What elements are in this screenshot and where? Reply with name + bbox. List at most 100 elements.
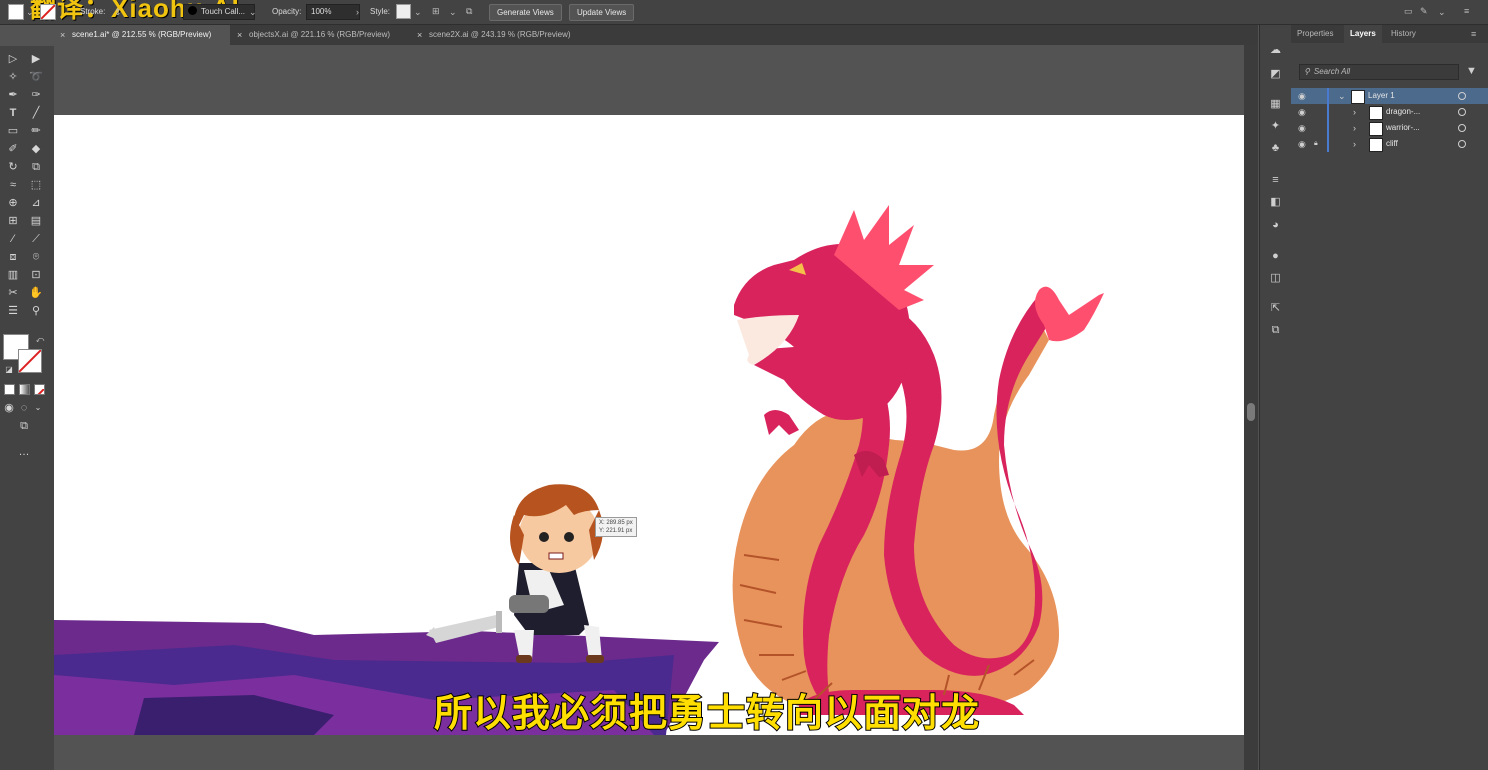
chevron-right-icon[interactable]: › [1353,136,1356,152]
warp-tool-icon[interactable]: ≈ [5,177,21,193]
more-tools-icon[interactable]: … [16,444,32,460]
mesh-tool-icon[interactable]: ⊞ [5,213,21,229]
color-icon[interactable]: ● [1268,249,1283,264]
target-icon[interactable] [1458,108,1466,116]
graph-tool-icon[interactable]: ▥ [5,267,21,283]
transparency-icon[interactable]: ▦ [1268,97,1283,112]
layer-row-dragon[interactable]: ◉ › dragon-... [1291,104,1488,120]
update-views-button[interactable]: Update Views [569,4,635,21]
swap-colors-icon[interactable]: ⤺ [32,332,48,348]
draw-normal-icon[interactable]: ◉ [1,400,17,416]
panel-menu-icon[interactable]: ≡ [1465,25,1482,43]
direct-selection-tool-icon[interactable]: ▶ [28,51,44,67]
eye-icon[interactable]: ◉ [1298,88,1306,104]
layer-row-warrior[interactable]: ◉ › warrior-... [1291,120,1488,136]
rotate-tool-icon[interactable]: ↻ [5,159,21,175]
swatches-icon[interactable]: ◫ [1268,271,1283,286]
blend-tool-icon[interactable]: ⧈ [5,249,21,265]
scale-tool-icon[interactable]: ⧉ [28,159,44,175]
layer-name[interactable]: Layer 1 [1368,88,1395,104]
tab-properties[interactable]: Properties [1291,25,1339,43]
generate-views-button[interactable]: Generate Views [489,4,562,21]
hand-tool-icon[interactable]: ✋ [28,285,44,301]
eye-icon[interactable]: ◉ [1298,104,1306,120]
panel-menu-icon[interactable]: ≡ [1464,5,1469,17]
screen-mode-icon[interactable]: ⧉ [16,418,32,434]
brush-select[interactable]: Touch Call... [183,4,255,20]
stroke-color-swatch[interactable] [18,349,42,373]
arrange-icon[interactable]: ▭ [1404,5,1413,17]
perspective-grid-icon[interactable]: ⊿ [28,195,44,211]
tab-objectsx[interactable]: × objectsX.ai @ 221.16 % (RGB/Preview) [231,25,409,45]
layer-name[interactable]: dragon-... [1386,104,1420,120]
canvas-area[interactable]: X: 289.85 px Y: 221.91 px 所以我必须把勇士转向以面对龙 [54,45,1258,770]
gradient-mode-icon[interactable] [19,384,30,395]
symbols-icon[interactable]: ♣ [1268,141,1283,156]
lock-icon[interactable]: 🔒︎ [1314,136,1318,152]
target-icon[interactable] [1458,124,1466,132]
free-transform-icon[interactable]: ⬚ [28,177,44,193]
stroke-panel-icon[interactable]: ≡ [1268,173,1283,188]
stepper-icon[interactable]: ⇕ [114,6,122,18]
libraries-icon[interactable]: ☁ [1268,43,1283,58]
color-guide-icon[interactable]: ◕ [1268,218,1283,233]
chevron-down-icon[interactable]: ⌄ [1438,6,1446,18]
gradient-panel-icon[interactable]: ◧ [1268,195,1283,210]
tab-scene2x[interactable]: × scene2X.ai @ 243.19 % (RGB/Preview) [411,25,589,45]
stroke-swatch[interactable] [40,4,56,20]
chevron-down-icon[interactable]: ⌄ [249,6,257,18]
chevron-down-icon[interactable]: ⌄ [414,6,422,18]
slice-tool-icon[interactable]: ✂ [5,285,21,301]
type-tool-icon[interactable]: T [5,105,21,121]
curvature-tool-icon[interactable]: ✑ [28,87,44,103]
puppet-warp-icon[interactable]: ✦ [1268,119,1283,134]
target-icon[interactable] [1458,140,1466,148]
align-tool-icon[interactable]: ☰ [5,303,21,319]
export-icon[interactable]: ⇱ [1268,301,1283,316]
chevron-down-icon[interactable]: ⌄ [1338,88,1346,104]
eye-icon[interactable]: ◉ [1298,120,1306,136]
chevron-right-icon[interactable]: › [356,6,359,18]
opacity-field[interactable]: 100% [306,4,360,20]
transform-icon[interactable]: ⧉ [466,5,472,17]
scrollbar-thumb[interactable] [1247,403,1255,421]
layer-name[interactable]: warrior-... [1386,120,1420,136]
artboard-tool-icon[interactable]: ⊡ [28,267,44,283]
target-icon[interactable] [1458,92,1466,100]
chevron-right-icon[interactable]: › [1353,104,1356,120]
align-icon[interactable]: ⊞ [432,5,440,17]
zoom-tool-icon[interactable]: ⚲ [28,303,44,319]
none-mode-icon[interactable] [34,384,45,395]
paintbrush-icon[interactable]: ✏ [28,123,44,139]
default-colors-icon[interactable]: ◪ [1,362,17,378]
style-swatch[interactable] [396,4,411,19]
selection-tool-icon[interactable]: ▷ [5,51,21,67]
layer-row-layer-1[interactable]: ◉ ⌄ Layer 1 [1291,88,1488,104]
layers-search-input[interactable]: ⚲ Search All [1299,64,1459,80]
rectangle-tool-icon[interactable]: ▭ [5,123,21,139]
close-icon[interactable]: × [237,25,242,45]
brush-icon[interactable]: ✎ [1420,5,1428,17]
lasso-icon[interactable]: ➰ [28,69,44,85]
tab-scene1[interactable]: × scene1.ai* @ 212.55 % (RGB/Preview) [54,25,230,45]
shape-builder-icon[interactable]: ⊕ [5,195,21,211]
line-tool-icon[interactable]: ╱ [28,105,44,121]
symbol-sprayer-icon[interactable]: ⌾ [28,249,44,265]
color-mode-icon[interactable] [4,384,15,395]
artboard[interactable]: X: 289.85 px Y: 221.91 px 所以我必须把勇士转向以面对龙 [54,115,1244,735]
chevron-down-icon[interactable]: ⌄ [26,6,34,18]
artboards-icon[interactable]: ⧉ [1268,323,1283,338]
layer-name[interactable]: cliff [1386,136,1398,152]
appearance-icon[interactable]: ◩ [1268,67,1283,82]
layer-row-cliff[interactable]: ◉ 🔒︎ › cliff [1291,136,1488,152]
gradient-tool-icon[interactable]: ▤ [28,213,44,229]
shaper-tool-icon[interactable]: ✐ [5,141,21,157]
eraser-icon[interactable]: ◆ [28,141,44,157]
magic-wand-icon[interactable]: ✧ [5,69,21,85]
tab-layers[interactable]: Layers [1344,25,1382,43]
pen-tool-icon[interactable]: ✒ [5,87,21,103]
eyedropper-icon[interactable]: ⁄ [5,231,21,247]
chevron-down-icon[interactable]: ⌄ [449,6,457,18]
chevron-right-icon[interactable]: › [1353,120,1356,136]
fill-swatch[interactable] [8,4,24,20]
